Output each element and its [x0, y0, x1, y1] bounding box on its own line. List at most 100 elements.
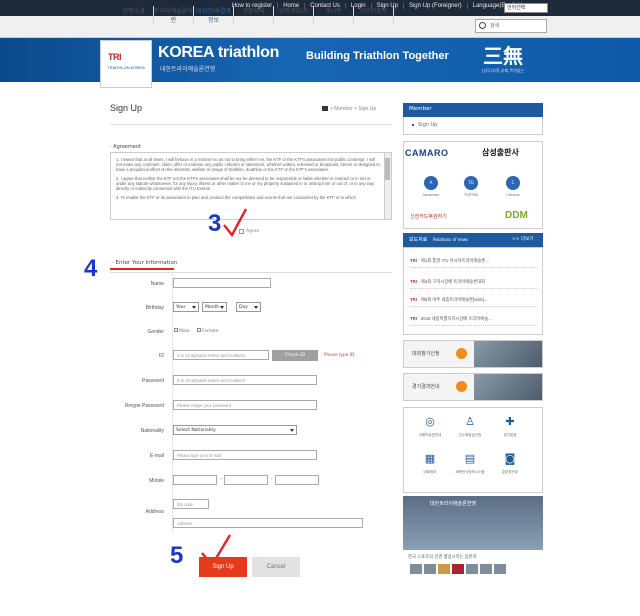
entry-banner-label: 대회참가신청: [412, 351, 440, 357]
mobile-label: Mobile: [149, 478, 164, 484]
nav-item-athletes[interactable]: 선수단정보: [354, 6, 394, 24]
address-input[interactable]: Address: [173, 518, 363, 528]
news-item-text: 2015 세종특별자치시장배 트라이애슬...: [420, 316, 492, 321]
results-banner-label: 경기결과안내: [412, 384, 440, 390]
brand-title: KOREA triathlon: [158, 44, 280, 61]
retype-password-input[interactable]: Please retype your password: [173, 400, 317, 410]
nationality-select[interactable]: Select Nationality: [173, 425, 297, 435]
email-input[interactable]: Please type your E-mail: [173, 450, 317, 460]
info-underline: [110, 268, 174, 270]
sponsor-shinhan[interactable]: 신한카드후원하기: [410, 213, 447, 220]
annotation-step-5: 5: [170, 542, 184, 569]
nav-item-events[interactable]: 대회안내/결과정보: [194, 6, 234, 24]
agreement-paragraph: 1. I swear that at all times, I will beh…: [116, 157, 380, 172]
radio-icon: [174, 328, 178, 332]
photo-text: 한국 스포츠의 인권 향상시키는 동반자: [408, 555, 477, 560]
email-label: E-mail: [149, 453, 164, 459]
agreement-paragraph: 3. To enable the KTF or its associates t…: [116, 195, 356, 200]
quick-label: 훈련장안내: [501, 470, 519, 474]
language-select[interactable]: 언어선택: [504, 3, 548, 13]
system-icon[interactable]: ▤: [463, 452, 477, 466]
calendar-icon[interactable]: ▦: [423, 452, 437, 466]
thumbnail[interactable]: [424, 564, 436, 574]
news-item[interactable]: TRI 제1회 통영 ITU 아시아트라이애슬론...: [410, 258, 538, 268]
mobile-dash: -: [271, 476, 273, 482]
news-item[interactable]: TRI 제4회 구미시장배 트라이애슬론대회: [410, 279, 538, 289]
quick-label: 선수증발급신청: [458, 433, 482, 437]
home-icon[interactable]: [322, 106, 328, 111]
month-select[interactable]: Month: [202, 302, 227, 312]
news-item-text: 제5회 여주 세종트라이애슬론[Kids]...: [420, 297, 488, 302]
name-input[interactable]: [173, 278, 271, 288]
signup-button[interactable]: Sign Up: [199, 557, 247, 577]
thumbnail[interactable]: [410, 564, 422, 574]
results-banner[interactable]: 경기결과안내: [403, 373, 543, 401]
news-item[interactable]: TRI 제5회 여주 세종트라이애슬론[Kids]...: [410, 297, 538, 307]
agreement-text[interactable]: 1. I swear that at all times, I will beh…: [110, 152, 392, 220]
mobile-input-1[interactable]: [173, 475, 217, 485]
nav-items: 연맹소개 트라이애슬론이란 대회안내/결과정보 생활체육 심판/지도자 게시판 …: [114, 6, 394, 24]
camera-icon[interactable]: ◙: [503, 452, 517, 466]
male-radio[interactable]: Male: [174, 328, 190, 334]
nav-item-triathlon[interactable]: 트라이애슬론이란: [154, 6, 194, 24]
sidebar-item-signup[interactable]: Sign Up: [403, 117, 543, 135]
address-label: Address: [145, 509, 164, 515]
sponsor-icon[interactable]: TO: [464, 176, 478, 190]
logo-sub: TRIATHLON KOREA: [107, 65, 145, 70]
site-logo[interactable]: [100, 40, 152, 88]
quick-label: 대회정보: [423, 470, 437, 474]
news-more-link[interactable]: >> 더보기: [512, 236, 533, 242]
photo-caption: 대한트라이애슬론연맹: [430, 501, 477, 507]
news-item[interactable]: TRI 2015 세종특별자치시장배 트라이애슬...: [410, 316, 538, 326]
wifi-icon[interactable]: ◎: [423, 415, 437, 429]
sponsor-camaro[interactable]: CAMARO: [405, 148, 449, 158]
news-item-text: 제1회 통영 ITU 아시아트라이애슬론...: [420, 258, 489, 263]
mobile-input-3[interactable]: [275, 475, 319, 485]
agreement-paragraph: 2. I agree that neither the KTF nor the …: [116, 176, 375, 191]
breadcrumb: > Member > Sign Up: [330, 106, 377, 112]
info-section-title: · Enter Your Information: [112, 260, 178, 266]
tri-logo-icon: TRI: [410, 316, 417, 321]
mobile-input-2[interactable]: [224, 475, 268, 485]
sponsor-icon[interactable]: C: [506, 176, 520, 190]
password-label: Password: [142, 378, 164, 384]
annotation-step-4: 4: [84, 255, 98, 282]
sponsor-samsung[interactable]: 삼성출판사: [482, 147, 519, 158]
divider: [110, 124, 392, 125]
entry-banner[interactable]: 대회참가신청: [403, 340, 543, 368]
password-input[interactable]: 8 to 16 alphabet letters and numbers: [173, 375, 317, 385]
check-id-button[interactable]: Check ID: [272, 350, 318, 361]
sponsor-icon[interactable]: A: [424, 176, 438, 190]
search-icon[interactable]: [479, 22, 486, 29]
cancel-button[interactable]: Cancel: [252, 557, 300, 577]
tri-logo-icon: TRI: [410, 279, 417, 284]
user-add-icon[interactable]: ♙: [463, 415, 477, 429]
retype-password-label: Retype Password: [124, 403, 164, 409]
nav-item-board[interactable]: 게시판: [314, 6, 354, 24]
results-banner-image: [474, 374, 542, 400]
thumbnail[interactable]: [466, 564, 478, 574]
quick-label: 체육인식정보시스템: [455, 470, 485, 474]
nav-item-about[interactable]: 연맹소개: [114, 6, 154, 24]
nav-item-referee[interactable]: 심판/지도자: [274, 6, 314, 24]
sponsor-ddm[interactable]: DDM: [505, 210, 528, 221]
thumbnail[interactable]: [494, 564, 506, 574]
news-subtitle: Relations of news: [433, 237, 469, 242]
quick-label: 경기일정: [503, 433, 517, 437]
scrollbar-thumb[interactable]: [385, 158, 390, 180]
zip-input[interactable]: Zip code: [173, 499, 209, 509]
female-radio[interactable]: Female: [197, 328, 218, 334]
signup-foreigner-link[interactable]: Sign Up (Foreigner): [404, 3, 468, 9]
year-select[interactable]: Year: [173, 302, 199, 312]
nav-item-sports[interactable]: 생활체육: [234, 6, 274, 24]
thumbnail[interactable]: [480, 564, 492, 574]
id-input[interactable]: 4 to 12 alphabet letters and numbers.: [173, 350, 269, 360]
thumbnail[interactable]: [438, 564, 450, 574]
thumbnail[interactable]: [452, 564, 464, 574]
day-select[interactable]: Day: [236, 302, 261, 312]
sidebar-member-title: Member: [403, 103, 543, 117]
race-icon[interactable]: ✚: [503, 415, 517, 429]
page-title: Sign Up: [110, 103, 143, 113]
news-item-text: 제4회 구미시장배 트라이애슬론대회: [420, 279, 485, 284]
birthday-label: Birthday: [145, 305, 164, 311]
